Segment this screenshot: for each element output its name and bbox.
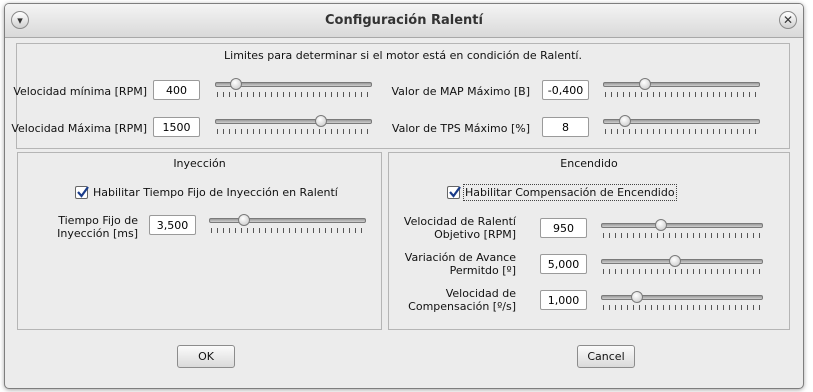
ignition-group: Encendido Habilitar Compensación de Ence… <box>388 152 790 330</box>
injection-group: Inyección Habilitar Tiempo Fijo de Inyec… <box>17 152 382 330</box>
comp-speed-input[interactable] <box>540 290 587 310</box>
comp-speed-label-line2: Compensación [º/s] <box>408 300 516 313</box>
fixed-time-label: Tiempo Fijo de Inyección [ms] <box>57 214 138 240</box>
slider-thumb[interactable] <box>618 115 631 127</box>
slider-track <box>603 82 760 87</box>
advance-variation-slider[interactable] <box>601 255 763 277</box>
ignition-enable-label[interactable]: Habilitar Compensación de Encendido <box>463 184 677 201</box>
ignition-title: Encendido <box>560 157 618 170</box>
slider-ticks <box>211 228 364 233</box>
slider-ticks <box>603 269 761 274</box>
slider-thumb[interactable] <box>655 219 667 231</box>
min-speed-label: Velocidad mínima [RPM] <box>13 85 147 98</box>
limits-caption: Limites para determinar si el motor está… <box>224 49 582 62</box>
advance-variation-label: Variación de Avance Permitdo [º] <box>405 251 516 277</box>
tps-max-slider[interactable] <box>603 115 760 137</box>
title-bar: ▾ Configuración Ralentí ✕ <box>5 4 803 38</box>
slider-ticks <box>605 92 758 97</box>
comp-speed-label: Velocidad de Compensación [º/s] <box>408 287 516 313</box>
close-icon: ✕ <box>782 13 794 27</box>
advance-variation-label-line1: Variación de Avance <box>404 251 516 264</box>
slider-thumb[interactable] <box>238 214 250 226</box>
cancel-button[interactable]: Cancel <box>577 345 635 368</box>
slider-track <box>601 295 763 300</box>
tps-max-label: Valor de TPS Máximo [%] <box>391 122 530 135</box>
checkmark-icon <box>77 186 89 198</box>
slider-ticks <box>603 233 761 238</box>
target-speed-input[interactable] <box>540 218 587 238</box>
slider-ticks <box>217 129 370 134</box>
fixed-time-label-line2: Inyección [ms] <box>57 227 138 240</box>
comp-speed-label-line1: Velocidad de <box>445 287 516 300</box>
target-speed-label-line1: Velocidad de Ralentí <box>403 215 516 228</box>
target-speed-slider[interactable] <box>601 219 763 241</box>
slider-thumb[interactable] <box>229 78 242 90</box>
advance-variation-input[interactable] <box>540 254 587 274</box>
slider-track <box>215 119 372 124</box>
max-speed-input[interactable] <box>153 117 200 137</box>
map-max-input[interactable] <box>542 80 589 100</box>
injection-enable-checkbox[interactable] <box>75 186 89 199</box>
checkmark-icon <box>449 186 461 198</box>
slider-track <box>601 259 763 264</box>
limits-group: Limites para determinar si el motor está… <box>11 43 790 149</box>
slider-ticks <box>217 92 370 97</box>
max-speed-slider[interactable] <box>215 115 372 137</box>
window-title: Configuración Ralentí <box>325 13 483 28</box>
comp-speed-slider[interactable] <box>601 291 763 313</box>
ralenti-config-dialog: ▾ Configuración Ralentí ✕ Limites para d… <box>4 3 804 389</box>
slider-track <box>209 218 366 223</box>
slider-ticks <box>603 305 761 310</box>
fixed-time-slider[interactable] <box>209 214 366 236</box>
max-speed-label: Velocidad Máxima [RPM] <box>11 122 147 135</box>
target-speed-label: Velocidad de Ralentí Objetivo [RPM] <box>404 215 516 241</box>
injection-title: Inyección <box>173 157 226 170</box>
min-speed-input[interactable] <box>153 80 200 100</box>
target-speed-label-line2: Objetivo [RPM] <box>434 228 516 241</box>
slider-thumb[interactable] <box>315 115 328 127</box>
ignition-enable-checkbox[interactable] <box>447 186 461 199</box>
fixed-time-label-line1: Tiempo Fijo de <box>58 214 138 227</box>
slider-track <box>601 223 763 228</box>
tps-max-input[interactable] <box>542 117 589 137</box>
close-button[interactable]: ✕ <box>779 11 797 29</box>
advance-variation-label-line2: Permitdo [º] <box>449 264 516 277</box>
slider-ticks <box>605 129 758 134</box>
slider-thumb[interactable] <box>668 255 681 267</box>
slider-thumb[interactable] <box>639 78 652 90</box>
map-max-slider[interactable] <box>603 78 760 100</box>
ok-button[interactable]: OK <box>177 345 235 368</box>
slider-thumb[interactable] <box>631 291 643 303</box>
map-max-label: Valor de MAP Máximo [B] <box>391 85 530 98</box>
injection-enable-label[interactable]: Habilitar Tiempo Fijo de Inyección en Ra… <box>93 186 338 199</box>
min-speed-slider[interactable] <box>215 78 372 100</box>
fixed-time-input[interactable] <box>149 215 196 235</box>
